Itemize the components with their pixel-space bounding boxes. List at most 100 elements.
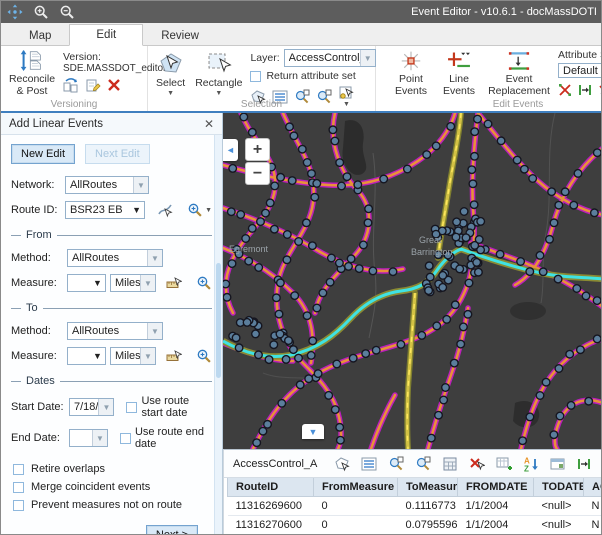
from-method-combo[interactable]: AllRoutes ▼ bbox=[67, 249, 163, 267]
point-event-marker[interactable] bbox=[452, 301, 460, 309]
point-event-marker[interactable] bbox=[343, 173, 351, 181]
column-header[interactable]: RouteID bbox=[228, 478, 314, 497]
point-event-marker[interactable] bbox=[546, 236, 554, 244]
point-event-marker[interactable] bbox=[526, 413, 534, 421]
point-event-marker[interactable] bbox=[305, 375, 313, 383]
point-event-marker[interactable] bbox=[451, 359, 459, 367]
point-event-marker[interactable] bbox=[521, 165, 529, 173]
point-event-marker[interactable] bbox=[474, 115, 482, 123]
point-event-marker[interactable] bbox=[347, 255, 355, 263]
route-zoom-button[interactable]: ▼ bbox=[187, 202, 212, 218]
point-event-marker[interactable] bbox=[262, 209, 270, 217]
attribute-set-combo[interactable]: Default ▼ bbox=[558, 63, 602, 78]
point-event-marker[interactable] bbox=[536, 252, 544, 260]
next-button[interactable]: Next > bbox=[146, 525, 198, 535]
retire-overlaps-checkbox[interactable] bbox=[13, 464, 24, 475]
field-calculator-icon[interactable] bbox=[442, 456, 458, 472]
select-caret-icon[interactable]: ▼ bbox=[167, 90, 174, 97]
point-event-marker[interactable] bbox=[433, 322, 441, 330]
point-event-marker[interactable] bbox=[257, 218, 265, 226]
table-zoom-to-selected-icon[interactable] bbox=[388, 456, 404, 472]
point-event-marker[interactable] bbox=[228, 260, 236, 268]
point-event-marker[interactable] bbox=[309, 337, 317, 345]
from-unit-combo[interactable]: Miles ▼ bbox=[110, 274, 156, 292]
select-route-on-map-icon[interactable] bbox=[157, 202, 173, 218]
point-event-marker[interactable] bbox=[582, 292, 590, 300]
point-event-marker[interactable] bbox=[290, 346, 298, 354]
point-event-marker[interactable] bbox=[477, 218, 485, 226]
tab-review[interactable]: Review bbox=[143, 26, 217, 46]
point-event-marker[interactable] bbox=[311, 193, 319, 201]
point-event-marker[interactable] bbox=[259, 427, 267, 435]
point-event-marker[interactable] bbox=[295, 354, 303, 362]
column-header[interactable]: ToMeasure bbox=[398, 478, 458, 497]
point-event-marker[interactable] bbox=[303, 312, 311, 320]
sort-icon[interactable]: AZ bbox=[523, 456, 539, 472]
point-event-marker[interactable] bbox=[345, 263, 353, 271]
table-row[interactable]: 1131627060000.07955961/1/2004<null>N bbox=[228, 516, 602, 535]
point-event-marker[interactable] bbox=[278, 400, 286, 408]
point-event-marker[interactable] bbox=[425, 262, 433, 270]
point-event-marker[interactable] bbox=[245, 257, 253, 265]
tab-edit[interactable]: Edit bbox=[69, 24, 143, 46]
point-event-marker[interactable] bbox=[397, 341, 405, 349]
route-id-combo-arrow-icon[interactable]: ▼ bbox=[129, 202, 144, 218]
point-event-marker[interactable] bbox=[566, 350, 574, 358]
point-event-marker[interactable] bbox=[471, 128, 479, 136]
use-route-start-date-checkbox[interactable] bbox=[126, 402, 137, 413]
zoom-in-icon[interactable] bbox=[33, 4, 49, 20]
point-event-marker[interactable] bbox=[432, 142, 440, 150]
to-unit-combo[interactable]: Miles ▼ bbox=[110, 347, 156, 365]
point-event-marker[interactable] bbox=[591, 209, 599, 217]
from-zoom-icon[interactable] bbox=[196, 275, 212, 291]
point-event-marker[interactable] bbox=[542, 378, 550, 386]
point-event-marker[interactable] bbox=[497, 137, 505, 145]
point-event-marker[interactable] bbox=[585, 397, 593, 405]
point-event-marker[interactable] bbox=[372, 346, 380, 354]
table-row[interactable]: 1131626960000.11167731/1/2004<null>N bbox=[228, 497, 602, 516]
point-event-marker[interactable] bbox=[313, 180, 321, 188]
column-header[interactable]: TODATE bbox=[534, 478, 584, 497]
table-select-shape-icon[interactable] bbox=[334, 456, 350, 472]
point-event-marker[interactable] bbox=[240, 113, 248, 121]
point-event-marker[interactable] bbox=[288, 177, 296, 185]
point-event-marker[interactable] bbox=[496, 250, 504, 258]
panel-scrollbar-thumb[interactable] bbox=[216, 263, 221, 378]
reconcile-post-button[interactable]: Reconcile & Post bbox=[7, 49, 57, 98]
point-event-marker[interactable] bbox=[561, 188, 569, 196]
to-measure-combo[interactable]: ▼ bbox=[67, 347, 106, 365]
point-event-marker[interactable] bbox=[548, 188, 556, 196]
point-event-marker[interactable] bbox=[593, 335, 601, 343]
point-event-marker[interactable] bbox=[536, 392, 544, 400]
point-event-marker[interactable] bbox=[333, 360, 341, 368]
point-event-marker[interactable] bbox=[354, 181, 362, 189]
point-event-marker[interactable] bbox=[456, 265, 464, 273]
point-event-marker[interactable] bbox=[369, 267, 377, 275]
point-event-marker[interactable] bbox=[299, 145, 307, 153]
point-event-marker[interactable] bbox=[464, 311, 472, 319]
point-event-marker[interactable] bbox=[426, 273, 434, 281]
rectangle-button[interactable]: Rectangle ▼ bbox=[193, 49, 244, 98]
point-event-marker[interactable] bbox=[453, 218, 461, 226]
point-event-marker[interactable] bbox=[442, 384, 450, 392]
point-event-marker[interactable] bbox=[242, 235, 250, 243]
trim-event-icon[interactable] bbox=[598, 83, 602, 97]
point-event-marker[interactable] bbox=[314, 370, 322, 378]
add-row-icon[interactable] bbox=[496, 456, 512, 472]
point-event-marker[interactable] bbox=[284, 231, 292, 239]
point-event-marker[interactable] bbox=[277, 279, 285, 287]
zoom-out-icon[interactable] bbox=[59, 4, 75, 20]
to-method-arrow-icon[interactable]: ▼ bbox=[147, 323, 162, 339]
layer-combo-arrow-icon[interactable]: ▼ bbox=[360, 50, 375, 66]
point-event-marker[interactable] bbox=[567, 402, 575, 410]
table-show-selected-icon[interactable] bbox=[361, 456, 377, 472]
map-zoom-in-button[interactable]: + bbox=[245, 138, 270, 161]
new-version-icon[interactable] bbox=[85, 77, 101, 93]
point-event-marker[interactable] bbox=[423, 151, 431, 159]
column-header[interactable]: FromMeasure bbox=[314, 478, 398, 497]
from-measure-on-map-icon[interactable] bbox=[166, 275, 182, 291]
column-header[interactable]: AC bbox=[584, 478, 602, 497]
point-event-marker[interactable] bbox=[428, 434, 436, 442]
point-event-marker[interactable] bbox=[255, 264, 263, 272]
point-event-marker[interactable] bbox=[435, 411, 443, 419]
